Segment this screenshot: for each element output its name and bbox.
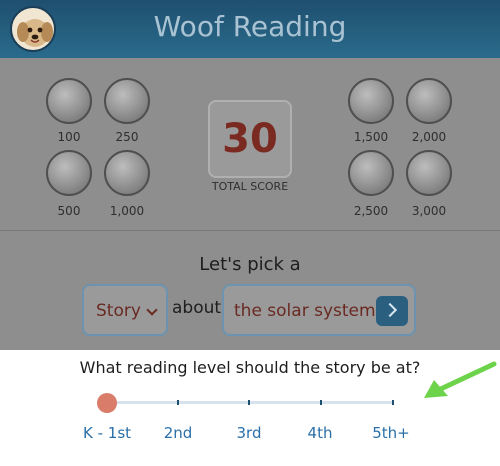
level-option-2nd[interactable]: 2nd	[143, 424, 213, 442]
divider	[0, 230, 500, 231]
cat-icon	[348, 150, 394, 196]
chevron-right-icon	[382, 302, 398, 318]
badge-label: 3,000	[411, 204, 447, 218]
score-box: 30	[208, 100, 292, 178]
dog-boxer-icon	[104, 150, 150, 196]
reading-level-slider-thumb[interactable]	[97, 393, 117, 413]
content-area: 100 250 500 1,000 30 TOTAL SCORE 1,500 2…	[0, 58, 500, 350]
dog-retriever-icon	[406, 78, 452, 124]
badge-label: 1,000	[109, 204, 145, 218]
badge-label: 250	[115, 130, 139, 144]
story-prompt: Let's pick a	[199, 254, 301, 275]
slider-tick	[320, 400, 322, 405]
dog-husky-icon	[348, 78, 394, 124]
next-button[interactable]	[376, 296, 408, 326]
badge-label: 1,500	[353, 130, 389, 144]
slider-tick	[392, 400, 394, 405]
level-option-5th-plus[interactable]: 5th+	[356, 424, 426, 442]
topic-input[interactable]: the solar system	[222, 284, 416, 336]
about-label: about	[172, 298, 222, 318]
level-option-3rd[interactable]: 3rd	[214, 424, 284, 442]
level-option-4th[interactable]: 4th	[285, 424, 355, 442]
story-type-dropdown[interactable]: Story	[82, 284, 168, 336]
slider-tick	[177, 400, 179, 405]
score-label: TOTAL SCORE	[211, 180, 289, 193]
badge-label: 100	[57, 130, 81, 144]
topic-value: the solar system	[234, 301, 376, 321]
story-type-value: Story	[96, 301, 141, 321]
score-value: 30	[222, 116, 278, 162]
chevron-down-icon	[146, 304, 158, 316]
pointer-arrow-icon	[424, 361, 497, 398]
dog-doodle-icon	[46, 150, 92, 196]
dog-chihuahua-icon	[104, 78, 150, 124]
trophy-dog-icon	[406, 150, 452, 196]
app-title: Woof Reading	[153, 10, 347, 43]
reading-level-slider-track[interactable]	[106, 401, 394, 404]
app-header: Woof Reading	[0, 0, 500, 58]
badge-label: 2,500	[353, 204, 389, 218]
badge-label: 2,000	[411, 130, 447, 144]
level-option-k-1st[interactable]: K - 1st	[72, 424, 142, 442]
dog-bernese-icon	[46, 78, 92, 124]
slider-tick	[248, 400, 250, 405]
badge-label: 500	[57, 204, 81, 218]
